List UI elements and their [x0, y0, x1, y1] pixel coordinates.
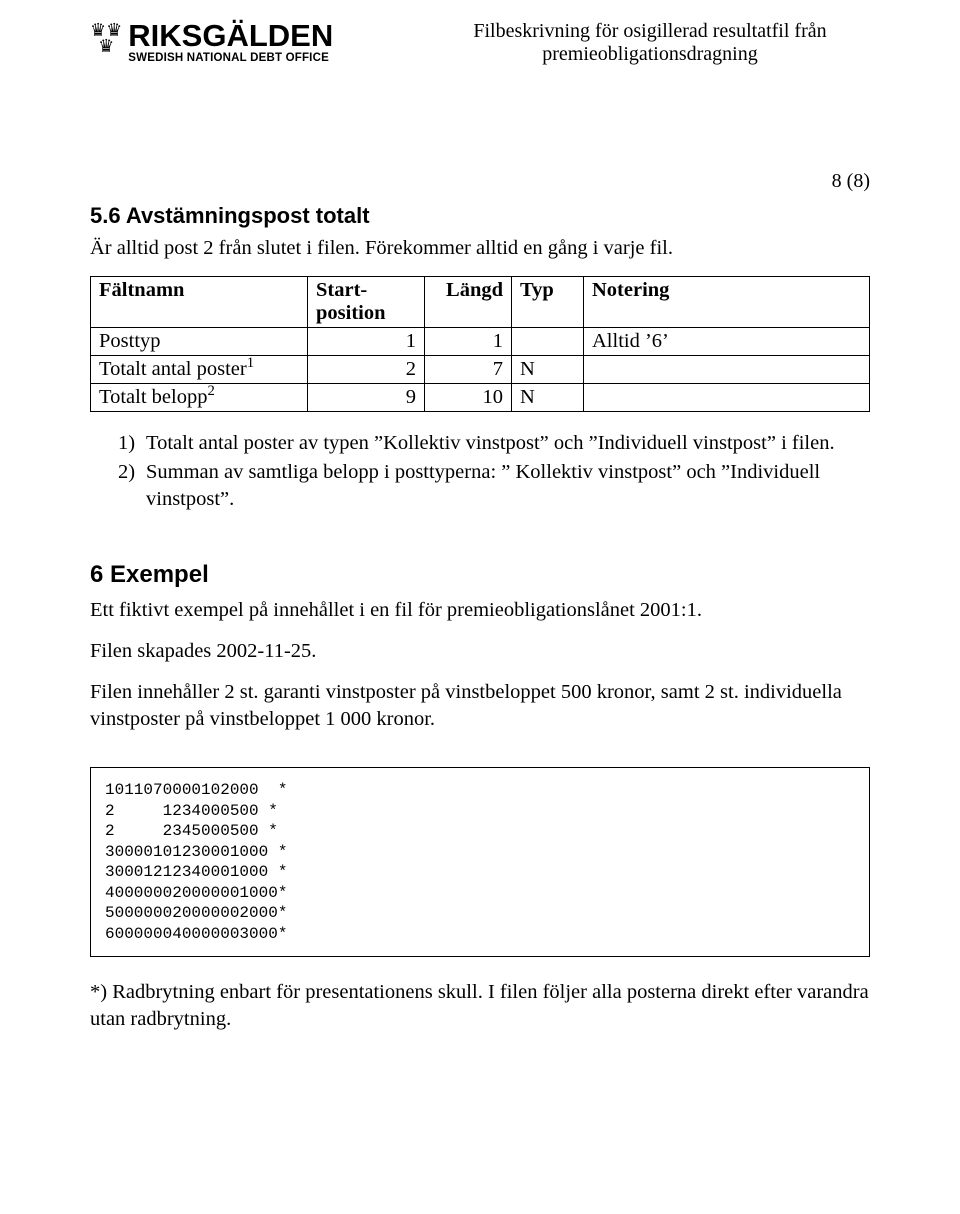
table-notes: 1) Totalt antal poster av typen ”Kollekt…: [118, 430, 870, 513]
example-file-content: 1011070000102000 * 2 1234000500 * 2 2345…: [90, 767, 870, 957]
cell-notering: [584, 356, 870, 384]
cell-notering: [584, 384, 870, 412]
field-table: Fältnamn Start- position Längd Typ Noter…: [90, 276, 870, 412]
logo-subtitle: SWEDISH NATIONAL DEBT OFFICE: [128, 52, 333, 64]
title-line1: Filbeskrivning för osigillerad resultatf…: [473, 20, 826, 42]
cell-faltnamn: Posttyp: [91, 328, 308, 356]
logo-crowns-icon: ♛♛ ♛: [90, 22, 122, 54]
col-langd: Längd: [425, 277, 512, 328]
cell-typ: [512, 328, 584, 356]
table-row: Totalt antal poster127N: [91, 356, 870, 384]
table-row: Totalt belopp2910N: [91, 384, 870, 412]
section-6-p3: Filen innehåller 2 st. garanti vinstpost…: [90, 679, 870, 733]
document-title: Filbeskrivning för osigillerad resultatf…: [430, 20, 870, 66]
logo: ♛♛ ♛ RIKSGÄLDEN SWEDISH NATIONAL DEBT OF…: [90, 20, 333, 64]
col-startpos: Start- position: [308, 277, 425, 328]
table-header-row: Fältnamn Start- position Längd Typ Noter…: [91, 277, 870, 328]
cell-typ: N: [512, 384, 584, 412]
section-5-6-intro: Är alltid post 2 från slutet i filen. Fö…: [90, 235, 870, 262]
col-faltnamn: Fältnamn: [91, 277, 308, 328]
cell-notering: Alltid ’6’: [584, 328, 870, 356]
section-6-heading: 6 Exempel: [90, 561, 870, 589]
page-header: ♛♛ ♛ RIKSGÄLDEN SWEDISH NATIONAL DEBT OF…: [90, 20, 870, 100]
cell-faltnamn: Totalt belopp2: [91, 384, 308, 412]
note-2: 2) Summan av samtliga belopp i posttyper…: [118, 459, 870, 513]
cell-startpos: 1: [308, 328, 425, 356]
page-number: 8 (8): [90, 170, 870, 193]
cell-langd: 10: [425, 384, 512, 412]
title-line2: premieobligationsdragning: [542, 43, 758, 65]
cell-typ: N: [512, 356, 584, 384]
cell-langd: 7: [425, 356, 512, 384]
section-6-p2: Filen skapades 2002-11-25.: [90, 638, 870, 665]
logo-name: RIKSGÄLDEN: [128, 20, 333, 51]
col-notering: Notering: [584, 277, 870, 328]
section-6-p1: Ett fiktivt exempel på innehållet i en f…: [90, 597, 870, 624]
page: ♛♛ ♛ RIKSGÄLDEN SWEDISH NATIONAL DEBT OF…: [0, 0, 960, 1087]
footnote: *) Radbrytning enbart för presentationen…: [90, 979, 870, 1033]
cell-startpos: 9: [308, 384, 425, 412]
table-row: Posttyp11Alltid ’6’: [91, 328, 870, 356]
section-5-6-heading: 5.6 Avstämningspost totalt: [90, 203, 870, 229]
col-typ: Typ: [512, 277, 584, 328]
note-1: 1) Totalt antal poster av typen ”Kollekt…: [118, 430, 870, 457]
cell-langd: 1: [425, 328, 512, 356]
cell-startpos: 2: [308, 356, 425, 384]
cell-faltnamn: Totalt antal poster1: [91, 356, 308, 384]
